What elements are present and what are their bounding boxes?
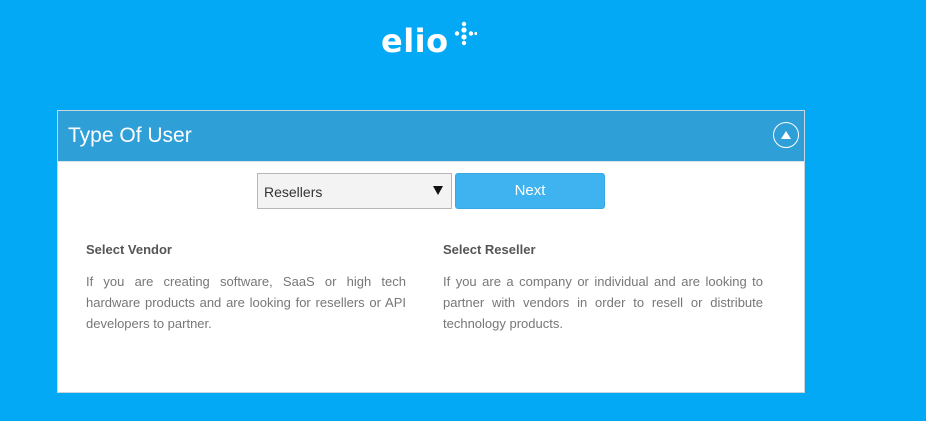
reseller-heading: Select Reseller bbox=[443, 242, 536, 257]
vendor-heading: Select Vendor bbox=[86, 242, 172, 257]
panel-header: Type Of User bbox=[58, 111, 804, 162]
triangle-down-icon bbox=[433, 186, 443, 195]
select-value: Resellers bbox=[264, 184, 323, 200]
user-type-select[interactable]: Resellers bbox=[257, 173, 452, 209]
reseller-description: If you are a company or individual and a… bbox=[443, 274, 763, 331]
sparkle-plus-icon bbox=[454, 21, 477, 46]
collapse-button[interactable] bbox=[773, 122, 799, 148]
logo-text: elio bbox=[381, 22, 449, 60]
vendor-option: Select Vendor If you are creating softwa… bbox=[86, 242, 406, 334]
vendor-description: If you are creating software, SaaS or hi… bbox=[86, 274, 406, 331]
elio-logo: elio bbox=[381, 20, 477, 62]
controls-row: Resellers Next bbox=[257, 173, 605, 209]
chevron-up-circle-icon bbox=[781, 131, 791, 139]
reseller-option: Select Reseller If you are a company or … bbox=[443, 242, 763, 334]
panel-title: Type Of User bbox=[68, 124, 192, 147]
user-type-panel: Type Of User Resellers Next Select Vendo… bbox=[57, 110, 805, 393]
next-button[interactable]: Next bbox=[455, 173, 605, 209]
